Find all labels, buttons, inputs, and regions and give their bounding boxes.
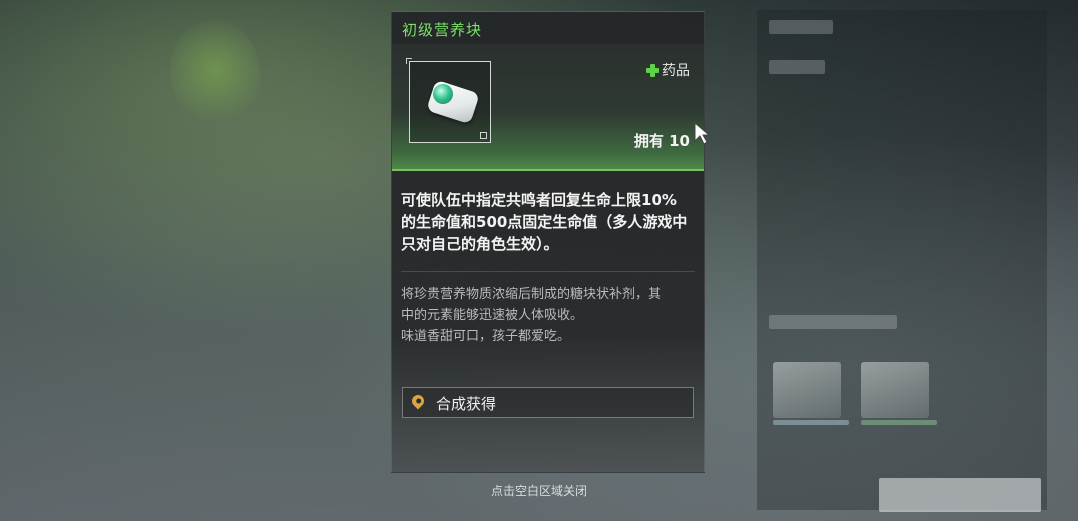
blurred-item-thumb — [773, 362, 841, 418]
frame-corner — [406, 58, 412, 64]
divider — [401, 271, 695, 272]
source-craft-button[interactable]: 合成获得 — [402, 387, 694, 418]
category-label: 药品 — [662, 63, 690, 79]
nutrient-block-icon — [426, 79, 480, 125]
source-label: 合成获得 — [436, 395, 497, 413]
item-category: 药品 — [646, 60, 690, 80]
item-lore-text: 将珍贵营养物质浓缩后制成的糖块状补剂，其 中的元素能够迅速被人体吸收。 味道香甜… — [401, 287, 662, 344]
frame-corner — [480, 132, 487, 139]
item-effect-text: 可使队伍中指定共鸣者回复生命上限10% 的生命值和500点固定生命值（多人游戏中… — [401, 191, 688, 253]
item-icon-frame — [406, 58, 491, 143]
background-side-panel — [757, 10, 1047, 512]
blurred-bar — [773, 420, 849, 425]
item-hero-banner: 药品 拥有 10 — [392, 44, 704, 171]
blurred-bar — [861, 420, 937, 425]
nutrient-gem-dot — [433, 84, 453, 104]
blurred-text — [769, 60, 825, 74]
mouse-cursor-icon — [694, 121, 711, 145]
location-pin-icon — [409, 392, 427, 410]
close-hint: 点击空白区域关闭 — [490, 484, 587, 498]
blurred-item-thumb — [861, 362, 929, 418]
owned-count: 拥有 10 — [633, 132, 690, 150]
item-name: 初级营养块 — [402, 21, 483, 39]
blurred-text — [769, 20, 833, 34]
item-detail-card: 初级营养块 药品 拥有 10 可使队伍中指定共鸣者回复生命上限10% 的生命值和… — [391, 11, 705, 473]
blurred-text — [769, 315, 897, 329]
plus-icon — [646, 63, 659, 77]
